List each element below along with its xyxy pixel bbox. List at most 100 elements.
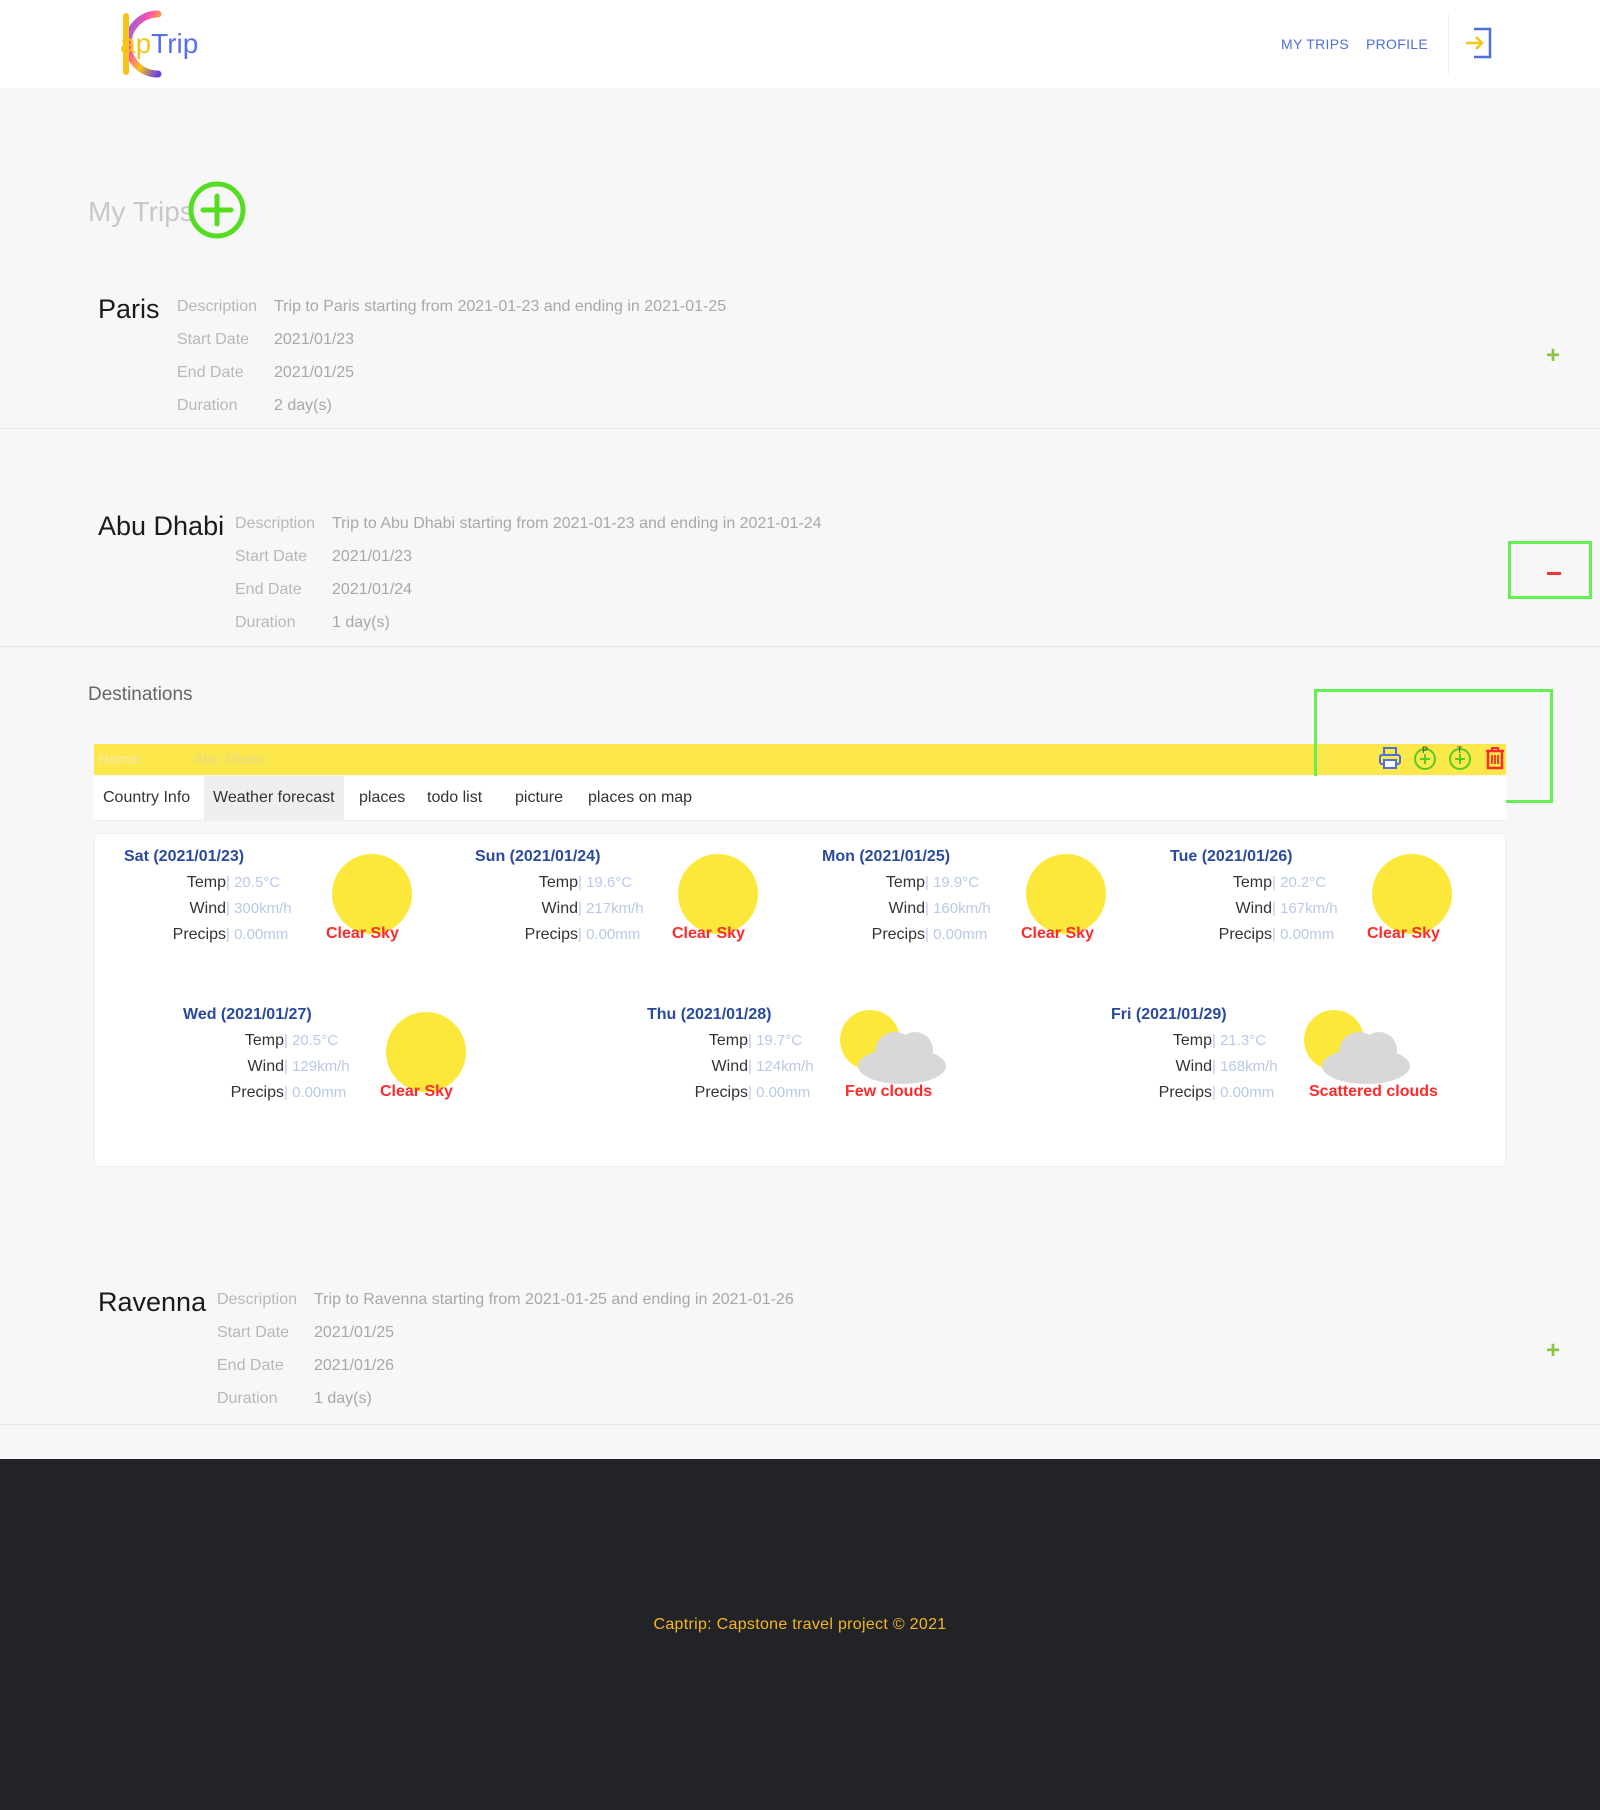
- trip-description: Trip to Abu Dhabi starting from 2021-01-…: [332, 515, 822, 532]
- trip-end-label: End Date: [235, 581, 302, 598]
- tab-places[interactable]: places: [350, 776, 414, 820]
- weather-condition: Clear Sky: [1367, 925, 1440, 942]
- temp-label: Temp: [538, 874, 578, 891]
- trip-start-label: Start Date: [177, 331, 250, 348]
- wind-value: | 217km/h: [578, 900, 644, 917]
- precips-value: | 0.00mm: [925, 926, 988, 943]
- top-navbar: apTrip MY TRIPS PROFILE: [0, 0, 1600, 88]
- trip-end-date: 2021/01/24: [332, 581, 413, 598]
- collapse-trip-button[interactable]: [1547, 572, 1561, 575]
- collapse-trip-highlight: [1508, 541, 1592, 599]
- add-todo-letter: T: [1457, 745, 1463, 755]
- temp-label: Temp: [885, 874, 925, 891]
- expand-trip-button[interactable]: +: [1546, 1337, 1560, 1365]
- destination-tabs: Country Info Weather forecast places tod…: [94, 776, 1506, 821]
- wind-value: | 124km/h: [748, 1058, 814, 1075]
- logo-text[interactable]: apTrip: [120, 28, 198, 60]
- tab-todo-list[interactable]: todo list: [418, 776, 491, 820]
- wind-value: | 160km/h: [925, 900, 991, 917]
- precips-value: | 0.00mm: [748, 1084, 811, 1101]
- temp-label: Temp: [1172, 1032, 1212, 1049]
- temp-label: Temp: [708, 1032, 748, 1049]
- precips-label: Precips: [1218, 926, 1272, 943]
- tab-weather-forecast[interactable]: Weather forecast: [204, 776, 344, 820]
- wind-label: Wind: [1235, 900, 1272, 917]
- trip-name-ravenna[interactable]: Ravenna: [98, 1287, 206, 1318]
- precips-label: Precips: [230, 1084, 284, 1101]
- wind-label: Wind: [189, 900, 226, 917]
- precips-value: | 0.00mm: [578, 926, 641, 943]
- wind-label: Wind: [888, 900, 925, 917]
- weather-condition: Clear Sky: [1021, 925, 1094, 942]
- sun-cloud-icon: [1304, 1010, 1410, 1084]
- sun-icon: [386, 1012, 466, 1092]
- logo-text-trip: Trip: [151, 28, 199, 59]
- trip-duration-label: Duration: [177, 397, 238, 414]
- print-icon[interactable]: [1377, 745, 1403, 771]
- trash-icon[interactable]: [1482, 745, 1508, 771]
- nav-divider: [1448, 14, 1449, 74]
- trip-divider: [0, 1424, 1600, 1425]
- trip-end-label: End Date: [177, 364, 244, 381]
- wind-value: | 129km/h: [284, 1058, 350, 1075]
- trip-duration-label: Duration: [217, 1390, 278, 1407]
- trip-duration: 2 day(s): [274, 397, 332, 414]
- plus-circle-icon[interactable]: [188, 181, 246, 239]
- temp-label: Temp: [244, 1032, 284, 1049]
- precips-label: Precips: [172, 926, 226, 943]
- add-todo-icon[interactable]: T: [1447, 745, 1473, 771]
- temp-value: | 19.6°C: [578, 874, 633, 891]
- destination-name: Abu Dhabi: [194, 751, 265, 768]
- trip-end-date: 2021/01/26: [314, 1357, 395, 1374]
- precips-value: | 0.00mm: [1272, 926, 1335, 943]
- trip-name-paris[interactable]: Paris: [98, 294, 160, 325]
- footer: [0, 1459, 1600, 1810]
- trip-name-abu-dhabi[interactable]: Abu Dhabi: [98, 511, 224, 542]
- destination-header-bar: [94, 744, 1506, 775]
- trip-start-label: Start Date: [217, 1324, 290, 1341]
- wind-value: | 167km/h: [1272, 900, 1338, 917]
- trip-description-label: Description: [177, 298, 258, 315]
- sun-icon: [1026, 854, 1106, 934]
- wind-value: | 300km/h: [226, 900, 292, 917]
- temp-value: | 19.9°C: [925, 874, 980, 891]
- temp-value: | 21.3°C: [1212, 1032, 1267, 1049]
- forecast-day-title: Sun (2021/01/24): [475, 848, 601, 865]
- nav-profile[interactable]: PROFILE: [1366, 36, 1428, 52]
- nav-my-trips[interactable]: MY TRIPS: [1281, 36, 1349, 52]
- temp-label: Temp: [1232, 874, 1272, 891]
- wind-value: | 168km/h: [1212, 1058, 1278, 1075]
- weather-condition: Clear Sky: [380, 1083, 453, 1100]
- tab-country-info[interactable]: Country Info: [94, 776, 199, 820]
- tab-picture[interactable]: picture: [506, 776, 572, 820]
- precips-label: Precips: [871, 926, 925, 943]
- wind-label: Wind: [247, 1058, 284, 1075]
- wind-label: Wind: [541, 900, 578, 917]
- forecast-day-title: Tue (2021/01/26): [1170, 848, 1293, 865]
- sign-in-icon[interactable]: [1462, 26, 1494, 60]
- tab-places-on-map[interactable]: places on map: [579, 776, 701, 820]
- expand-trip-button[interactable]: +: [1546, 342, 1560, 370]
- precips-value: | 0.00mm: [284, 1084, 347, 1101]
- footer-copyright: Captrip: Capstone travel project © 2021: [653, 1616, 947, 1633]
- sun-icon: [1372, 854, 1452, 934]
- trip-description-label: Description: [235, 515, 316, 532]
- temp-label: Temp: [186, 874, 226, 891]
- sun-icon: [678, 854, 758, 934]
- wind-label: Wind: [1175, 1058, 1212, 1075]
- temp-value: | 20.5°C: [226, 874, 281, 891]
- temp-value: | 20.2°C: [1272, 874, 1327, 891]
- forecast-day-title: Fri (2021/01/29): [1111, 1006, 1227, 1023]
- precips-label: Precips: [694, 1084, 748, 1101]
- temp-value: | 20.5°C: [284, 1032, 339, 1049]
- trip-start-date: 2021/01/23: [274, 331, 355, 348]
- wind-label: Wind: [711, 1058, 748, 1075]
- trip-duration: 1 day(s): [332, 614, 390, 631]
- trip-divider: [0, 646, 1600, 647]
- trip-start-label: Start Date: [235, 548, 308, 565]
- trip-start-date: 2021/01/23: [332, 548, 413, 565]
- add-place-icon[interactable]: P: [1412, 745, 1438, 771]
- precips-value: | 0.00mm: [226, 926, 289, 943]
- trip-description: Trip to Paris starting from 2021-01-23 a…: [274, 298, 727, 315]
- destinations-title: Destinations: [88, 684, 193, 705]
